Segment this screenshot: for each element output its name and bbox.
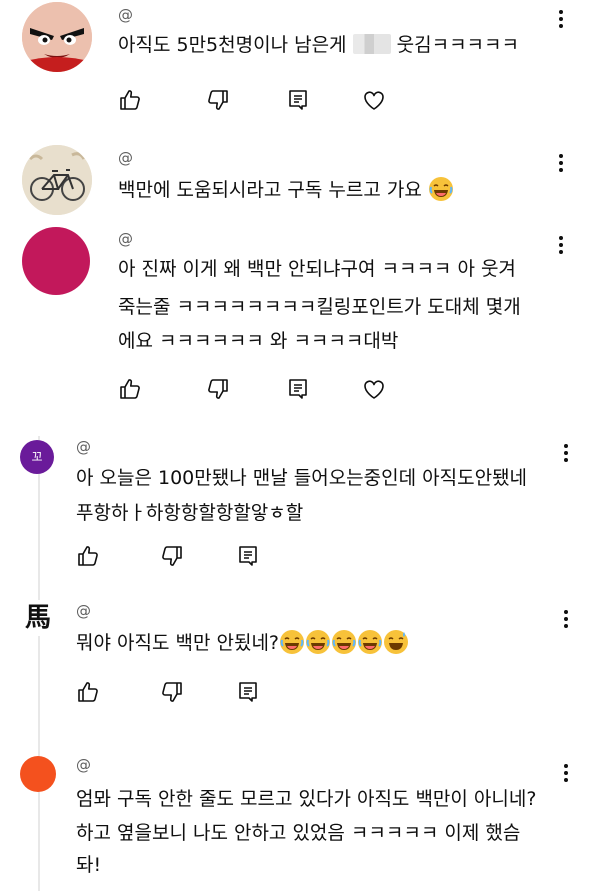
comment-text-line: 웃김ㅋㅋㅋㅋㅋ xyxy=(396,34,520,56)
thumbs-up-icon[interactable] xyxy=(116,86,144,114)
comment-text-line: 엄뫄 구독 안한 줄도 모르고 있다가 아직도 백만이 아니네? xyxy=(76,788,537,810)
comment-text-line: 푸항하ㅏ하항항할항할앟ㅎ할 xyxy=(76,502,304,524)
reply-1: 꼬 @ 아 오늘은 100만됐나 맨날 들어오는중인데 아직도안됐네 푸항하ㅏ하… xyxy=(0,432,600,582)
sweat-smile-emoji xyxy=(383,629,409,655)
more-vert-icon[interactable] xyxy=(551,154,571,176)
reply-2: 馬 @ 뭐야 아직도 백만 안됬네? xyxy=(0,598,600,718)
laughing-tears-emoji xyxy=(428,176,454,202)
comment-text-line: 아직도 5만5천명이나 남은게 xyxy=(118,34,347,56)
letter-avatar[interactable]: 꼬 xyxy=(20,440,54,474)
comment-author-handle[interactable]: @ xyxy=(118,149,133,167)
comment-author-handle[interactable]: @ xyxy=(118,6,133,24)
reply-icon[interactable] xyxy=(234,542,262,570)
reply-icon[interactable] xyxy=(284,86,312,114)
cartoon-face-avatar[interactable] xyxy=(22,2,92,72)
reply-icon[interactable] xyxy=(234,678,262,706)
comment-text-line: 아 진짜 이게 왜 백만 안되냐구여 ㅋㅋㅋㅋ 아 웃겨 xyxy=(118,258,516,280)
thumbs-down-icon[interactable] xyxy=(204,86,232,114)
comment-text-line: 뭐야 아직도 백만 안됬네? xyxy=(76,632,280,654)
comment-text: 뭐야 아직도 백만 안됬네? xyxy=(76,624,409,662)
comment-1: @ 아직도 5만5천명이나 남은게 웃김ㅋㅋㅋㅋㅋ xyxy=(0,0,600,128)
thumbs-down-icon[interactable] xyxy=(204,375,232,403)
more-vert-icon[interactable] xyxy=(556,610,576,632)
comment-text: 백만에 도움되시라고 구독 누르고 가요 xyxy=(118,171,454,209)
comment-text-line: 아 오늘은 100만됐나 맨날 들어오는중인데 아직도안됐네 xyxy=(76,467,528,489)
laughing-tears-emoji xyxy=(305,629,331,655)
thumbs-down-icon[interactable] xyxy=(158,678,186,706)
comment-text-line: 하고 옆을보니 나도 안하고 있었음 ㅋㅋㅋㅋㅋ 이제 했슴 xyxy=(76,822,521,844)
thumbs-up-icon[interactable] xyxy=(116,375,144,403)
reply-3: @ 엄뫄 구독 안한 줄도 모르고 있다가 아직도 백만이 아니네? 하고 옆을… xyxy=(0,750,600,891)
comment-actions xyxy=(116,86,396,114)
laughing-tears-emoji xyxy=(357,629,383,655)
calligraphy-avatar[interactable]: 馬 xyxy=(20,600,56,636)
reply-icon[interactable] xyxy=(284,375,312,403)
orange-circle-avatar[interactable] xyxy=(20,756,56,792)
heart-icon[interactable] xyxy=(360,375,388,403)
more-vert-icon[interactable] xyxy=(551,236,571,258)
comment-author-handle[interactable]: @ xyxy=(118,230,133,248)
comment-text-line: 돠! xyxy=(76,854,102,876)
censored-blur xyxy=(352,34,391,54)
magenta-circle-avatar[interactable] xyxy=(22,227,90,295)
comment-author-handle[interactable]: @ xyxy=(76,438,91,456)
more-vert-icon[interactable] xyxy=(556,764,576,786)
more-vert-icon[interactable] xyxy=(556,444,576,466)
thumbs-up-icon[interactable] xyxy=(74,678,102,706)
bicycle-avatar[interactable] xyxy=(22,145,92,215)
comment-text-line: 백만에 도움되시라고 구독 누르고 가요 xyxy=(118,179,422,201)
comment-3: @ 아 진짜 이게 왜 백만 안되냐구여 ㅋㅋㅋㅋ 아 웃겨 죽는줄 ㅋㅋㅋㅋㅋ… xyxy=(0,224,600,410)
thumbs-up-icon[interactable] xyxy=(74,542,102,570)
thumbs-down-icon[interactable] xyxy=(158,542,186,570)
comment-actions xyxy=(74,678,274,706)
more-vert-icon[interactable] xyxy=(551,10,571,32)
comment-2: @ 백만에 도움되시라고 구독 누르고 가요 xyxy=(0,140,600,220)
avatar-letter: 馬 xyxy=(24,603,51,633)
comment-author-handle[interactable]: @ xyxy=(76,756,91,774)
avatar-letter: 꼬 xyxy=(31,450,43,464)
comment-actions xyxy=(74,542,274,570)
heart-icon[interactable] xyxy=(360,86,388,114)
comment-text-line: 에요 ㅋㅋㅋㅋㅋㅋ 와 ㅋㅋㅋㅋ대박 xyxy=(118,330,399,352)
comment-text-line: 죽는줄 ㅋㅋㅋㅋㅋㅋㅋㅋ킬링포인트가 도대체 몇개 xyxy=(118,296,521,318)
comment-text: 아직도 5만5천명이나 남은게 웃김ㅋㅋㅋㅋㅋ xyxy=(118,26,519,64)
laughing-tears-emoji xyxy=(331,629,357,655)
laughing-tears-emoji xyxy=(279,629,305,655)
comment-actions xyxy=(116,375,396,403)
comment-author-handle[interactable]: @ xyxy=(76,602,91,620)
